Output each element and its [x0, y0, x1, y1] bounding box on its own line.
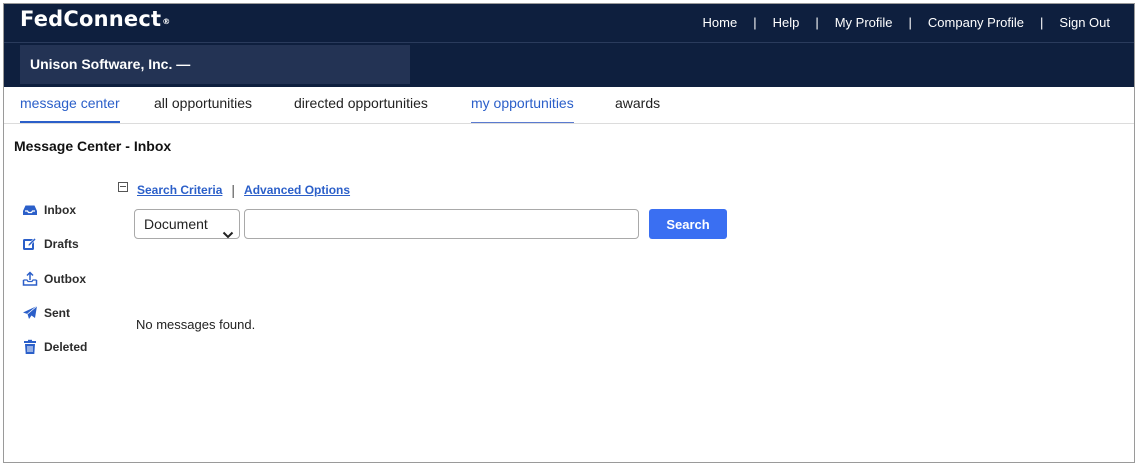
- header-bar: FedConnect® Home | Help | My Profile | C…: [4, 4, 1134, 87]
- sidebar-item-label: Drafts: [44, 237, 79, 251]
- nav-separator: |: [1040, 15, 1044, 30]
- brand-logo[interactable]: FedConnect®: [20, 7, 170, 31]
- no-messages-text: No messages found.: [136, 317, 256, 332]
- tab-directed-opportunities[interactable]: directed opportunities: [294, 87, 428, 123]
- sidebar-item-label: Inbox: [44, 203, 76, 217]
- nav-sign-out-link[interactable]: Sign Out: [1059, 15, 1110, 30]
- sidebar-item-deleted[interactable]: Deleted: [22, 339, 87, 355]
- header-divider: [4, 42, 1134, 43]
- tab-my-opportunities[interactable]: my opportunities: [471, 87, 574, 123]
- search-type-selected-value: Document: [144, 216, 208, 232]
- inbox-icon: [22, 202, 38, 218]
- tab-message-center[interactable]: message center: [20, 87, 120, 123]
- sidebar-item-label: Outbox: [44, 272, 86, 286]
- tab-awards[interactable]: awards: [615, 87, 660, 123]
- app-window: FedConnect® Home | Help | My Profile | C…: [3, 3, 1135, 463]
- search-criteria-header: Search Criteria | Advanced Options: [118, 182, 350, 198]
- nav-separator: |: [753, 15, 757, 30]
- sidebar-item-sent[interactable]: Sent: [22, 305, 70, 321]
- nav-separator: |: [815, 15, 819, 30]
- brand-name[interactable]: FedConnect: [20, 7, 161, 31]
- brand-registered-mark: ®: [162, 17, 171, 26]
- paper-plane-icon: [22, 305, 38, 321]
- sidebar-item-outbox[interactable]: Outbox: [22, 271, 86, 287]
- nav-separator: |: [908, 15, 912, 30]
- page-title: Message Center - Inbox: [14, 138, 172, 154]
- collapse-toggle-icon[interactable]: [118, 182, 128, 192]
- nav-my-profile-link[interactable]: My Profile: [835, 15, 893, 30]
- trash-icon: [22, 339, 38, 355]
- search-button[interactable]: Search: [649, 209, 727, 239]
- company-name-banner: Unison Software, Inc. —: [20, 45, 410, 84]
- sidebar-item-drafts[interactable]: Drafts: [22, 236, 79, 252]
- advanced-options-link[interactable]: Advanced Options: [244, 183, 350, 197]
- outbox-tray-icon: [22, 271, 38, 287]
- search-query-input[interactable]: [244, 209, 639, 239]
- sidebar-item-label: Sent: [44, 306, 71, 320]
- sidebar-item-inbox[interactable]: Inbox: [22, 202, 76, 218]
- nav-home-link[interactable]: Home: [703, 15, 738, 30]
- search-criteria-link[interactable]: Search Criteria: [137, 183, 222, 197]
- main-tabs: message center all opportunities directe…: [4, 87, 1134, 124]
- tab-all-opportunities[interactable]: all opportunities: [154, 87, 252, 123]
- search-type-select[interactable]: Document: [134, 209, 240, 239]
- top-navigation: Home | Help | My Profile | Company Profi…: [703, 15, 1111, 30]
- edit-icon: [22, 236, 38, 252]
- nav-company-profile-link[interactable]: Company Profile: [928, 15, 1024, 30]
- sidebar-item-label: Deleted: [44, 340, 88, 354]
- nav-help-link[interactable]: Help: [773, 15, 800, 30]
- chevron-down-icon: [222, 220, 234, 239]
- criteria-separator: |: [231, 182, 236, 198]
